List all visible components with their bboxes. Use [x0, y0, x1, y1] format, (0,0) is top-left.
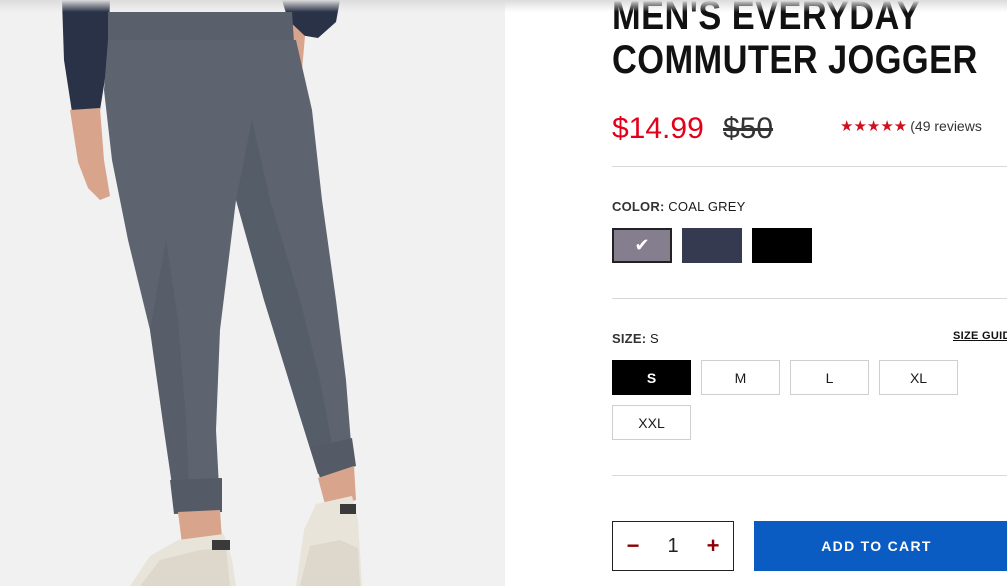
product-title: MEN'S EVERYDAY COMMUTER JOGGER	[612, 0, 978, 82]
divider	[612, 166, 1007, 167]
swatch-navy[interactable]	[682, 228, 742, 263]
size-option-s[interactable]: S	[612, 360, 691, 395]
swatch-black[interactable]	[752, 228, 812, 263]
divider	[612, 475, 1007, 476]
swatch-coal-grey[interactable]: ✔	[612, 228, 672, 263]
header-shadow	[0, 0, 1007, 12]
rating[interactable]: ★★★★★ (49 reviews	[840, 117, 982, 135]
jogger-photo-illustration	[62, 0, 362, 586]
size-selected-value: S	[650, 331, 659, 346]
sale-price: $14.99	[612, 112, 704, 145]
size-option-l[interactable]: L	[790, 360, 869, 395]
plus-icon[interactable]: +	[693, 535, 733, 557]
size-option-xxl[interactable]: XXL	[612, 405, 691, 440]
quantity-value[interactable]: 1	[653, 535, 693, 558]
size-option-m[interactable]: M	[701, 360, 780, 395]
size-option-xl[interactable]: XL	[879, 360, 958, 395]
quantity-stepper[interactable]: − 1 +	[612, 521, 734, 571]
color-label-key: COLOR:	[612, 199, 665, 214]
original-price: $50	[723, 112, 774, 145]
star-rating-icon: ★★★★★	[840, 118, 908, 135]
size-label-key: SIZE:	[612, 331, 647, 346]
reviews-link[interactable]: (49 reviews	[910, 118, 982, 134]
swatch-fill	[752, 228, 812, 263]
color-selected-value: COAL GREY	[668, 199, 746, 214]
size-label: SIZE: S	[612, 331, 659, 346]
product-image[interactable]	[0, 0, 505, 586]
divider	[612, 298, 1007, 299]
swatch-fill	[682, 228, 742, 263]
product-title-line-2: COMMUTER JOGGER	[612, 38, 978, 82]
color-label: COLOR: COAL GREY	[612, 199, 745, 214]
checkmark-icon: ✔	[634, 235, 650, 255]
add-to-cart-button[interactable]: ADD TO CART	[754, 521, 1007, 571]
size-guide-link[interactable]: SIZE GUID	[953, 330, 1007, 342]
minus-icon[interactable]: −	[613, 535, 653, 557]
